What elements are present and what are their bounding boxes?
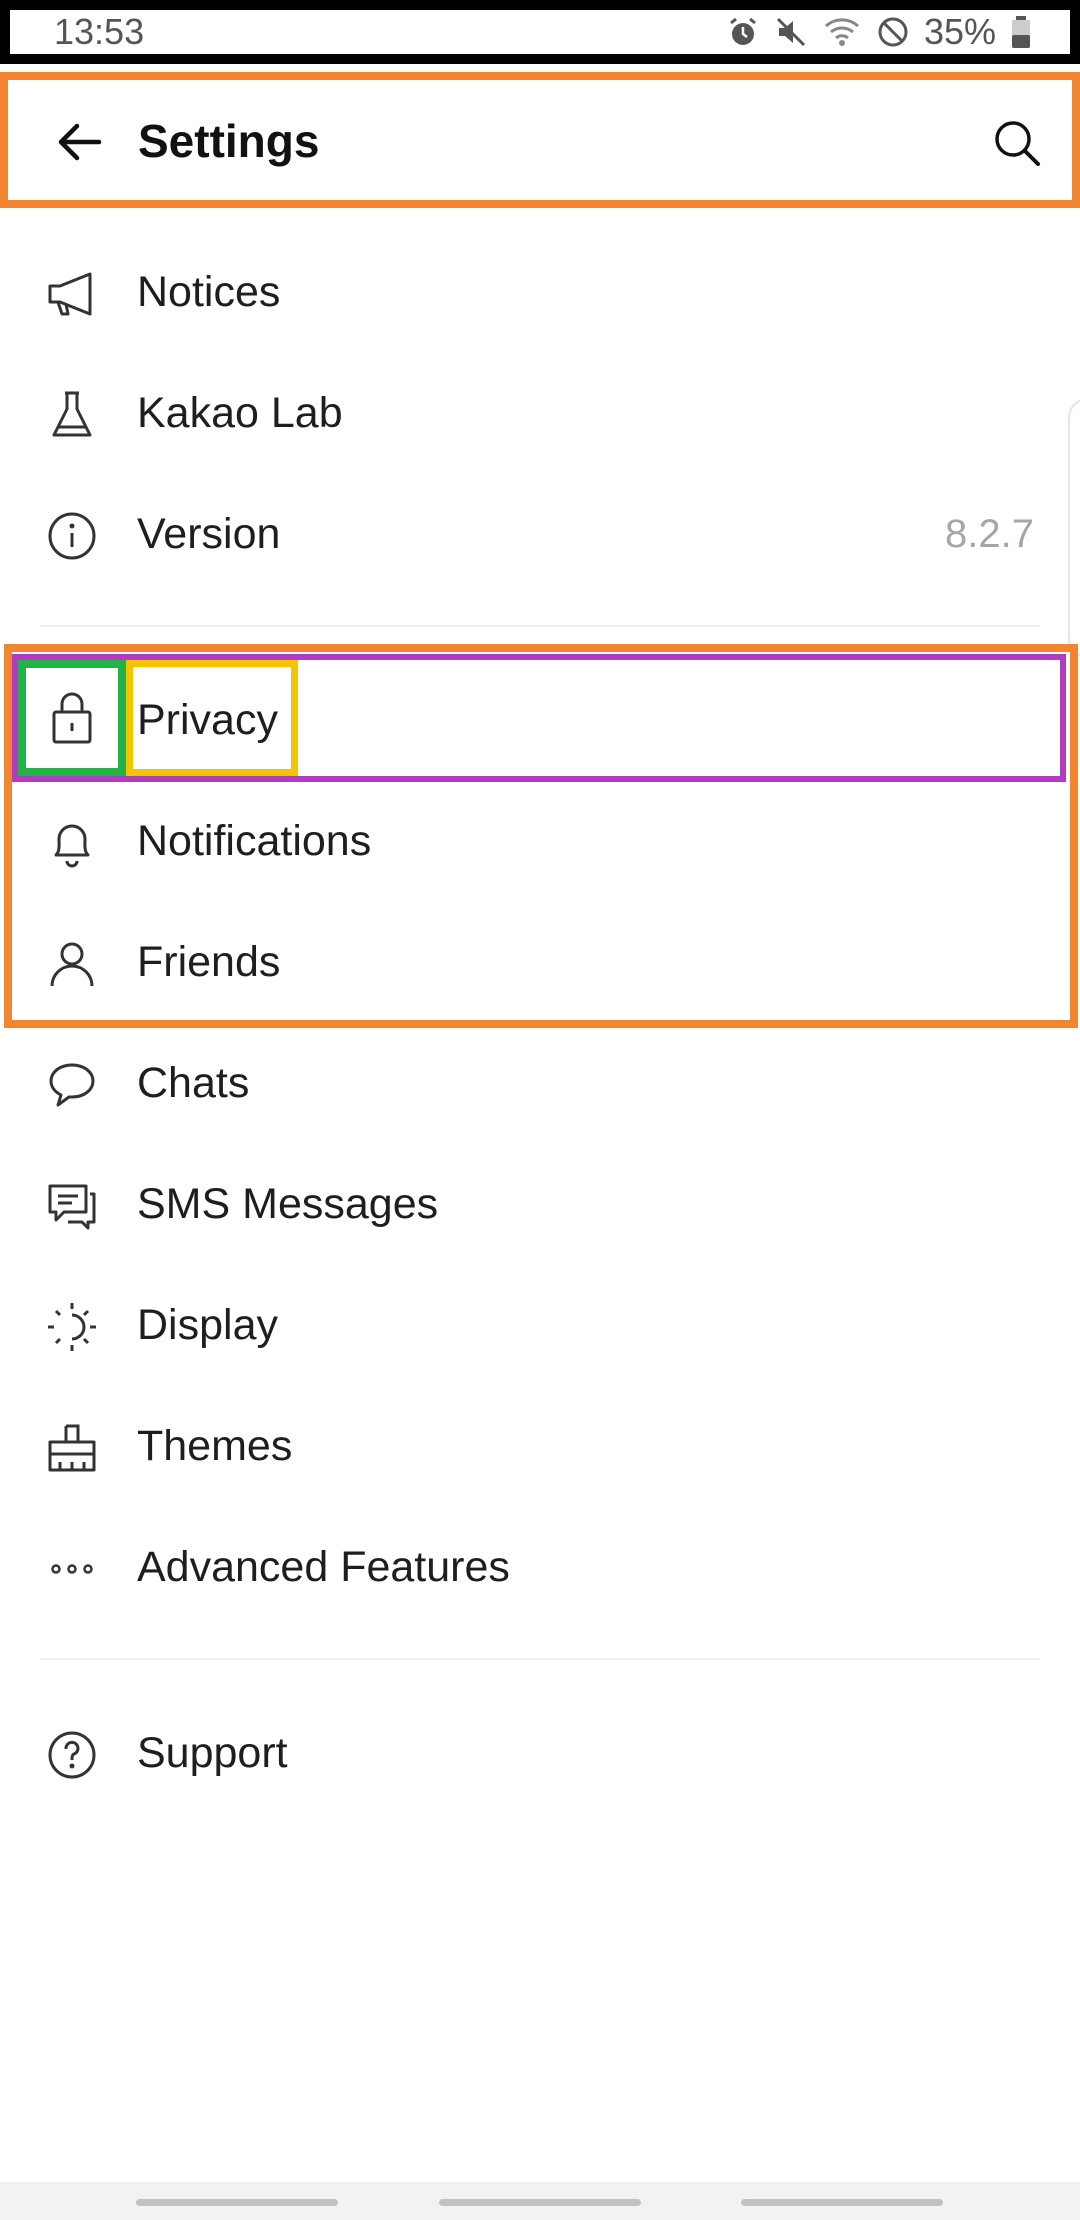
battery-percent: 35%: [923, 11, 996, 52]
alarm-icon: [726, 15, 760, 49]
menu-label: Friends: [137, 937, 281, 986]
menu-item-themes[interactable]: Themes: [0, 1386, 1080, 1506]
page-title: Settings: [138, 115, 320, 167]
display-brightness-icon: [44, 1299, 100, 1355]
menu-item-privacy[interactable]: Privacy: [0, 660, 1080, 780]
menu-label: Themes: [137, 1421, 293, 1470]
more-dots-icon: [44, 1541, 100, 1597]
sms-icon: [44, 1178, 100, 1234]
settings-screen: 13:53 35% Settings Notices Kakao Lab Ver…: [0, 0, 1080, 2220]
battery-icon: [1010, 15, 1032, 49]
menu-label: Version: [137, 509, 281, 558]
status-time: 13:53: [54, 11, 145, 52]
lock-icon: [44, 690, 100, 746]
system-nav-bar: [0, 2182, 1080, 2220]
megaphone-icon: [44, 266, 100, 322]
menu-item-version[interactable]: Version 8.2.7: [0, 474, 1080, 594]
do-not-disturb-icon: [876, 15, 910, 49]
mute-icon: [774, 15, 808, 49]
arrow-left-icon: [55, 122, 103, 167]
flask-icon: [44, 387, 100, 443]
status-icons: 35%: [726, 11, 1032, 53]
section-divider: [40, 625, 1040, 627]
menu-label: Support: [137, 1728, 288, 1777]
chat-bubble-icon: [44, 1057, 100, 1113]
menu-label: Privacy: [137, 695, 278, 744]
version-value: 8.2.7: [945, 511, 1034, 556]
status-bar: 13:53 35%: [0, 0, 1080, 64]
menu-item-notifications[interactable]: Notifications: [0, 781, 1080, 901]
nav-back-button[interactable]: [741, 2199, 943, 2206]
menu-item-sms-messages[interactable]: SMS Messages: [0, 1144, 1080, 1264]
menu-item-notices[interactable]: Notices: [0, 232, 1080, 352]
menu-label: Advanced Features: [137, 1542, 510, 1591]
menu-item-friends[interactable]: Friends: [0, 902, 1080, 1022]
menu-label: Display: [137, 1300, 278, 1349]
info-icon: [44, 508, 100, 564]
person-icon: [44, 936, 100, 992]
search-button[interactable]: [988, 116, 1046, 174]
menu-label: Notifications: [137, 816, 372, 865]
nav-recents-button[interactable]: [136, 2199, 338, 2206]
bell-icon: [44, 815, 100, 871]
menu-item-chats[interactable]: Chats: [0, 1023, 1080, 1143]
menu-label: SMS Messages: [137, 1179, 439, 1228]
menu-item-kakao-lab[interactable]: Kakao Lab: [0, 353, 1080, 473]
menu-item-support[interactable]: Support: [0, 1693, 1080, 1813]
nav-home-button[interactable]: [439, 2199, 641, 2206]
menu-label: Chats: [137, 1058, 250, 1107]
menu-item-display[interactable]: Display: [0, 1265, 1080, 1385]
help-icon: [44, 1727, 100, 1783]
brush-icon: [44, 1420, 100, 1476]
menu-label: Kakao Lab: [137, 388, 343, 437]
wifi-icon: [822, 15, 862, 49]
menu-label: Notices: [137, 267, 281, 316]
back-button[interactable]: [50, 118, 108, 170]
app-header: Settings: [0, 72, 1080, 208]
menu-item-advanced-features[interactable]: Advanced Features: [0, 1507, 1080, 1627]
search-icon: [992, 118, 1042, 173]
section-divider: [40, 1658, 1040, 1660]
